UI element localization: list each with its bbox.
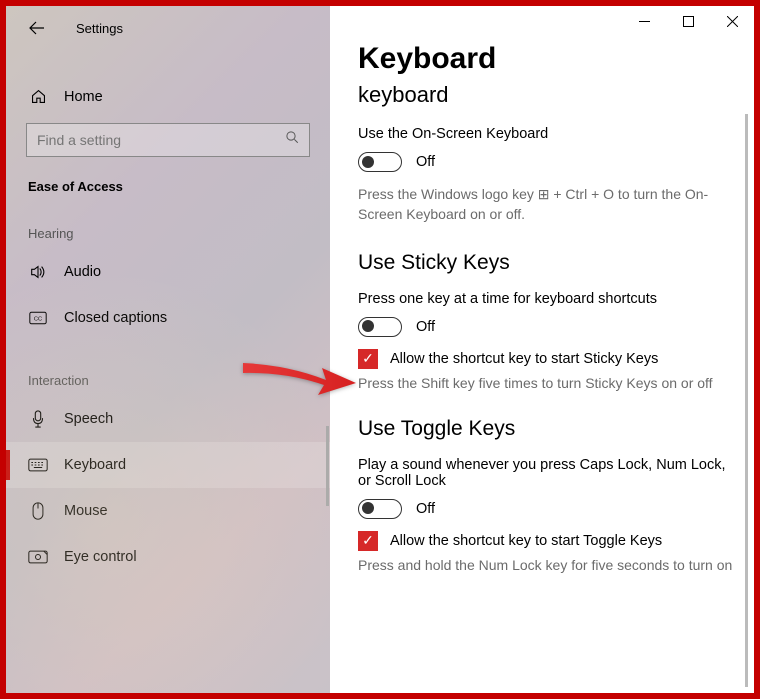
home-label: Home (64, 89, 103, 105)
sidebar-item-speech[interactable]: Speech (6, 396, 330, 442)
volume-icon (28, 263, 48, 281)
sidebar-item-audio[interactable]: Audio (6, 249, 330, 295)
togglekeys-heading: Use Toggle Keys (358, 417, 754, 441)
content-pane: Keyboard keyboard Use the On-Screen Keyb… (330, 6, 754, 693)
search-icon (285, 130, 300, 150)
eye-icon (28, 550, 48, 564)
togglekeys-toggle-label: Off (416, 501, 435, 517)
content-scrollbar-track[interactable] (745, 114, 748, 687)
sidebar-item-closed-captions[interactable]: CC Closed captions (6, 295, 330, 341)
togglekeys-line: Play a sound whenever you press Caps Loc… (358, 457, 738, 489)
osk-toggle-label: Off (416, 154, 435, 170)
sidebar: Settings Home Ease of Access Hearing (6, 6, 330, 693)
keyboard-icon (28, 458, 48, 472)
sidebar-scrollbar[interactable] (326, 426, 329, 506)
sticky-toggle[interactable] (358, 317, 402, 337)
osk-heading: Use the On-Screen Keyboard (358, 126, 754, 142)
togglekeys-hint: Press and hold the Num Lock key for five… (358, 557, 754, 573)
category-label: Ease of Access (6, 157, 330, 194)
togglekeys-checkbox[interactable]: ✓ (358, 531, 378, 551)
home-icon (28, 88, 48, 105)
sticky-hint: Press the Shift key five times to turn S… (358, 375, 754, 391)
osk-toggle[interactable] (358, 152, 402, 172)
sticky-toggle-label: Off (416, 319, 435, 335)
togglekeys-toggle[interactable] (358, 499, 402, 519)
sidebar-item-keyboard[interactable]: Keyboard (6, 442, 330, 488)
search-input[interactable] (26, 123, 310, 157)
window-title: Settings (76, 21, 123, 36)
sidebar-item-eye-control[interactable]: Eye control (6, 534, 330, 580)
page-subheading: keyboard (358, 82, 754, 108)
page-title: Keyboard (358, 42, 754, 76)
sidebar-home[interactable]: Home (6, 80, 330, 113)
sticky-checkbox[interactable]: ✓ (358, 349, 378, 369)
group-interaction: Interaction (6, 341, 330, 388)
mic-icon (28, 410, 48, 428)
sticky-line: Press one key at a time for keyboard sho… (358, 291, 754, 307)
svg-text:CC: CC (34, 316, 42, 322)
sticky-heading: Use Sticky Keys (358, 251, 754, 275)
sticky-checkbox-label: Allow the shortcut key to start Sticky K… (390, 351, 658, 367)
sidebar-item-mouse[interactable]: Mouse (6, 488, 330, 534)
cc-icon: CC (28, 311, 48, 325)
back-arrow-icon (29, 20, 45, 36)
back-button[interactable] (20, 11, 54, 45)
osk-hint: Press the Windows logo key ⊞ + Ctrl + O … (358, 184, 728, 225)
togglekeys-checkbox-label: Allow the shortcut key to start Toggle K… (390, 533, 662, 549)
mouse-icon (28, 502, 48, 520)
group-hearing: Hearing (6, 194, 330, 241)
